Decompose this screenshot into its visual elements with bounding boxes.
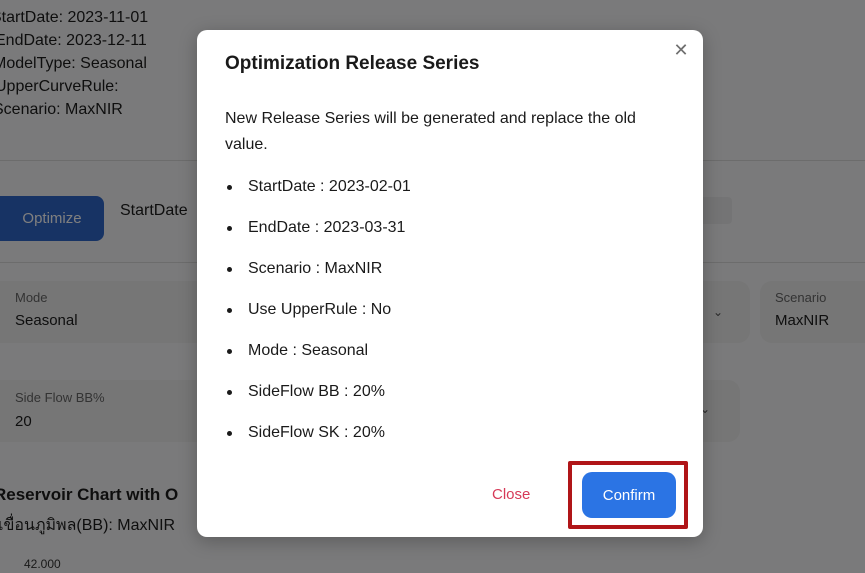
bullet-icon bbox=[227, 185, 232, 190]
list-item: Scenario : MaxNIR bbox=[225, 258, 411, 299]
dialog-description: New Release Series will be generated and… bbox=[225, 110, 636, 153]
bullet-icon bbox=[227, 308, 232, 313]
list-item-text: SideFlow BB : 20% bbox=[248, 383, 385, 400]
bullet-icon bbox=[227, 431, 232, 436]
close-button[interactable]: Close bbox=[492, 486, 530, 503]
dialog-title: Optimization Release Series bbox=[225, 53, 480, 74]
list-item: StartDate : 2023-02-01 bbox=[225, 176, 411, 217]
list-item-text: Use UpperRule : No bbox=[248, 301, 392, 318]
list-item: Use UpperRule : No bbox=[225, 299, 411, 340]
list-item: EndDate : 2023-03-31 bbox=[225, 217, 411, 258]
list-item: SideFlow BB : 20% bbox=[225, 381, 411, 422]
app-root: StartDate: 2023-11-01 EndDate: 2023-12-1… bbox=[0, 0, 865, 573]
bullet-icon bbox=[227, 267, 232, 272]
parameter-list: StartDate : 2023-02-01 EndDate : 2023-03… bbox=[225, 176, 411, 463]
close-icon[interactable]: ✕ bbox=[671, 40, 691, 60]
list-item-text: Mode : Seasonal bbox=[248, 342, 369, 359]
list-item-text: EndDate : 2023-03-31 bbox=[248, 219, 406, 236]
bullet-icon bbox=[227, 226, 232, 231]
list-item: SideFlow SK : 20% bbox=[225, 422, 411, 463]
list-item-text: SideFlow SK : 20% bbox=[248, 424, 385, 441]
confirm-button[interactable]: Confirm bbox=[582, 472, 676, 518]
list-item-text: Scenario : MaxNIR bbox=[248, 260, 383, 277]
list-item: Mode : Seasonal bbox=[225, 340, 411, 381]
bullet-icon bbox=[227, 390, 232, 395]
bullet-icon bbox=[227, 349, 232, 354]
list-item-text: StartDate : 2023-02-01 bbox=[248, 178, 411, 195]
